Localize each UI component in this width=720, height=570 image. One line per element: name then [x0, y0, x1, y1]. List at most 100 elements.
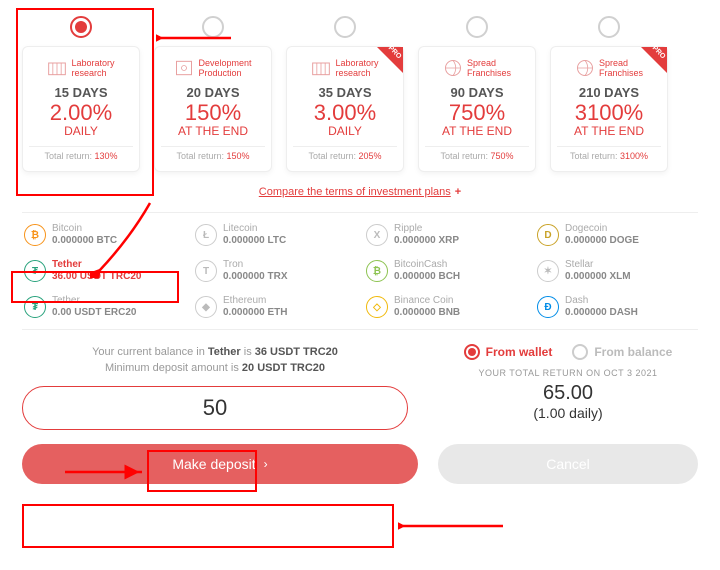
plan-card-0[interactable]: Laboratoryresearch 15 DAYS2.00%DAILY Total… [22, 46, 140, 172]
annotation-box [22, 504, 394, 548]
plan-days: 90 DAYS [425, 85, 529, 100]
plan-card-1[interactable]: DevelopmentProduction20 DAYS150%AT THE E… [154, 46, 272, 172]
spread-icon [575, 58, 595, 78]
plan-dot-2[interactable] [334, 16, 356, 38]
lab-icon [47, 58, 67, 78]
chevron-right-icon: › [264, 457, 268, 471]
source-from-balance[interactable]: From balance [572, 344, 672, 360]
plan-mode: AT THE END [425, 124, 529, 138]
return-total: 65.00 [438, 382, 698, 405]
currency-name: Stellar [565, 259, 631, 271]
currency-icon: D [537, 224, 559, 246]
currency-balance: 0.000000 ETH [223, 307, 288, 319]
plan-title: Laboratoryresearch [71, 58, 114, 78]
amount-input-wrap [22, 386, 408, 430]
currency-balance: 0.000000 XRP [394, 235, 459, 247]
currency-tron-5[interactable]: TTron0.000000 TRX [193, 255, 356, 287]
plan-title: Laboratoryresearch [335, 58, 378, 78]
currency-icon: ₿ [366, 260, 388, 282]
plan-total: Total return: 3100% [557, 151, 661, 161]
source-label: From balance [594, 345, 672, 359]
plan-card-4[interactable]: PROSpreadFranchises210 DAYS3100%AT THE E… [550, 46, 668, 172]
plan-rate: 150% [161, 100, 265, 126]
currency-bitcoincash-6[interactable]: ₿ BitcoinCash0.000000 BCH [364, 255, 527, 287]
plan-card-3[interactable]: SpreadFranchises 90 DAYS750%AT THE END Tot… [418, 46, 536, 172]
cancel-button[interactable]: Cancel [438, 444, 698, 484]
radio-icon [572, 344, 588, 360]
currency-name: Tether [52, 295, 136, 307]
currency-dash-11[interactable]: Đ Dash0.000000 DASH [535, 291, 698, 323]
plan-days: 15 DAYS [29, 85, 133, 100]
currency-icon: ◆ [195, 296, 217, 318]
currency-name: Bitcoin [52, 223, 117, 235]
currency-balance: 0.000000 LTC [223, 235, 286, 247]
compare-plans-link[interactable]: Compare the terms of investment plans [259, 186, 451, 198]
currency-litecoin-1[interactable]: Ł Litecoin0.000000 LTC [193, 219, 356, 251]
currency-ripple-2[interactable]: XRipple0.000000 XRP [364, 219, 527, 251]
currency-balance: 36.00 USDT TRC20 [52, 271, 141, 283]
dev-icon [174, 58, 194, 78]
currency-name: Litecoin [223, 223, 286, 235]
plan-dot-3[interactable] [466, 16, 488, 38]
currency-name: Ripple [394, 223, 459, 235]
plan-total: Total return: 130% [29, 151, 133, 161]
currency-balance: 0.000000 BCH [394, 271, 460, 283]
plan-mode: AT THE END [557, 124, 661, 138]
deposit-amount-input[interactable] [155, 395, 275, 421]
currency-icon: ₿ [24, 224, 46, 246]
plan-mode: DAILY [293, 124, 397, 138]
source-from-wallet[interactable]: From wallet [464, 344, 553, 360]
currency-dogecoin-3[interactable]: DDogecoin0.000000 DOGE [535, 219, 698, 251]
currency-icon: Đ [537, 296, 559, 318]
currency-icon: ₮ [24, 296, 46, 318]
plan-rate: 3100% [557, 100, 661, 126]
currency-tether-8[interactable]: ₮ Tether0.00 USDT ERC20 [22, 291, 185, 323]
plan-total: Total return: 750% [425, 151, 529, 161]
pro-badge: PRO [377, 47, 403, 73]
compare-plans-row: Compare the terms of investment plans+ [22, 186, 698, 198]
plan-rate: 750% [425, 100, 529, 126]
currency-ethereum-9[interactable]: ◆ Ethereum0.000000 ETH [193, 291, 356, 323]
currency-balance: 0.000000 TRX [223, 271, 288, 283]
plan-dot-1[interactable] [202, 16, 224, 38]
source-label: From wallet [486, 345, 553, 359]
currency-binance-coin-10[interactable]: ◇Binance Coin0.000000 BNB [364, 291, 527, 323]
currency-balance: 0.000000 DASH [565, 307, 638, 319]
currency-tether-4[interactable]: ₮Tether36.00 USDT TRC20 [22, 255, 185, 287]
currency-grid: ₿ Bitcoin0.000000 BTC Ł Litecoin0.000000 LT… [22, 219, 698, 323]
plan-rate: 2.00% [29, 100, 133, 126]
plan-dot-4[interactable] [598, 16, 620, 38]
plan-title: DevelopmentProduction [198, 58, 251, 78]
currency-balance: 0.00 USDT ERC20 [52, 307, 136, 319]
currency-icon: T [195, 260, 217, 282]
plan-mode: DAILY [29, 124, 133, 138]
plan-dot-0[interactable] [70, 16, 92, 38]
currency-bitcoin-0[interactable]: ₿ Bitcoin0.000000 BTC [22, 219, 185, 251]
currency-icon: Ł [195, 224, 217, 246]
currency-name: Tether [52, 259, 141, 271]
plan-title: SpreadFranchises [599, 58, 643, 78]
plan-mode: AT THE END [161, 124, 265, 138]
plan-days: 35 DAYS [293, 85, 397, 100]
currency-balance: 0.000000 BTC [52, 235, 117, 247]
plan-days: 210 DAYS [557, 85, 661, 100]
currency-balance: 0.000000 XLM [565, 271, 631, 283]
annotation-arrow-icon [398, 516, 508, 536]
currency-balance: 0.000000 DOGE [565, 235, 639, 247]
lab-icon [311, 58, 331, 78]
currency-name: Binance Coin [394, 295, 460, 307]
currency-stellar-7[interactable]: ✶Stellar0.000000 XLM [535, 255, 698, 287]
plan-title: SpreadFranchises [467, 58, 511, 78]
spread-icon [443, 58, 463, 78]
plan-total: Total return: 150% [161, 151, 265, 161]
currency-name: Dash [565, 295, 638, 307]
return-daily: (1.00 daily) [438, 405, 698, 421]
plan-total: Total return: 205% [293, 151, 397, 161]
radio-icon [464, 344, 480, 360]
plan-card-2[interactable]: PROLaboratoryresearch35 DAYS3.00%DAILYTo… [286, 46, 404, 172]
currency-name: Ethereum [223, 295, 288, 307]
make-deposit-button[interactable]: Make deposit› [22, 444, 418, 484]
return-label: YOUR TOTAL RETURN ON OCT 3 2021 [438, 368, 698, 378]
balance-info: Your current balance in Tether is 36 USD… [22, 344, 408, 376]
currency-name: BitcoinCash [394, 259, 460, 271]
